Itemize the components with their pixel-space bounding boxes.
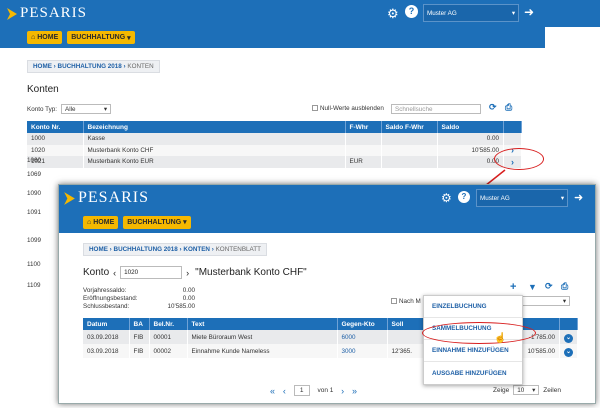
crumb-konten: KONTEN [127, 63, 154, 70]
checkbox[interactable] [391, 298, 397, 305]
print-icon[interactable]: ⎙ [505, 102, 512, 113]
chevron-right-icon[interactable]: › [186, 268, 189, 278]
home-icon: ⌂ [87, 218, 92, 226]
refresh-icon[interactable]: ⟳ [545, 281, 553, 292]
konto-input[interactable]: 1020 [120, 266, 183, 279]
col-fwhr[interactable]: F-Whr [345, 121, 382, 133]
logo-mark-icon [64, 191, 75, 205]
nav-bar: ⌂ HOME BUCHHALTUNG ▾ [59, 211, 595, 233]
prev-page-icon[interactable]: ‹ [283, 386, 286, 396]
konto-typ-select[interactable]: Alle ▾ [61, 104, 111, 114]
gear-icon[interactable]: ⚙ [441, 191, 452, 205]
company-select[interactable]: Muster AG ▾ [423, 4, 519, 22]
hand-cursor-icon: ☝ [494, 333, 507, 344]
home-button[interactable]: ⌂ HOME [83, 215, 119, 229]
kontenblatt-window: PESARIS ⚙ ? Muster AG ▾ ➜ ⌂ HOME BUCHHALT… [58, 184, 596, 404]
page-count: von 1 [317, 387, 334, 394]
null-werte-toggle[interactable]: Nach M [391, 298, 421, 305]
table-row[interactable]: 1020 Musterbank Konto CHF 10'585.00 › [27, 144, 522, 156]
chevron-down-icon: ▾ [511, 9, 515, 17]
crumb-buchhaltung[interactable]: BUCHHALTUNG 2018 [58, 63, 122, 70]
summary: Vorjahressaldo: 0.00 Eröffnungsbestand: 0.… [83, 287, 195, 310]
expand-icon[interactable]: ⌄ [559, 344, 578, 358]
brand-logo[interactable]: PESARIS [63, 189, 149, 207]
table-header: Konto Nr. Bezeichnung F-Whr Saldo F-Whr … [27, 121, 522, 133]
table-row[interactable]: 1100 [27, 261, 41, 268]
chevron-down-icon: ▾ [127, 34, 131, 42]
buchhaltung-button[interactable]: BUCHHALTUNG ▾ [67, 31, 135, 44]
null-werte-toggle[interactable]: Null-Werte ausblenden [312, 105, 384, 112]
table-row[interactable]: 1069 [27, 171, 41, 178]
refresh-icon[interactable]: ⟳ [489, 102, 497, 113]
add-icon[interactable]: + [510, 281, 516, 293]
brand-logo[interactable]: PESARIS [6, 5, 87, 22]
company-select[interactable]: Muster AG ▾ [476, 189, 568, 207]
print-icon[interactable]: ⎙ [561, 281, 568, 292]
chevron-down-icon: ▾ [183, 219, 187, 226]
konto-name: "Musterbank Konto CHF" [195, 267, 307, 278]
chevron-left-icon[interactable]: ‹ [113, 268, 116, 278]
crumb-kontenblatt: KONTENBLATT [215, 246, 261, 253]
page-title: Konten [27, 84, 59, 95]
page-input[interactable]: 1 [293, 385, 310, 396]
col-saldo[interactable]: Saldo [437, 121, 504, 133]
top-bar: PESARIS ⚙ ? Muster AG ▾ ➜ [59, 185, 595, 211]
next-page-icon[interactable]: › [341, 386, 344, 396]
table-row[interactable]: 1109 [27, 282, 41, 289]
page-size-select[interactable]: 10 ▾ [513, 385, 540, 395]
search-input[interactable]: Schnellsuche [391, 104, 481, 114]
col-saldo-fwhr[interactable]: Saldo F-Whr [381, 121, 438, 133]
crumb-konten[interactable]: KONTEN [183, 246, 210, 253]
chevron-right-icon[interactable] [503, 133, 522, 145]
company-name: Muster AG [480, 194, 510, 202]
crumb-home[interactable]: HOME [89, 246, 108, 253]
crumb-buchhaltung[interactable]: BUCHHALTUNG 2018 [114, 246, 178, 253]
chevron-down-icon: ▾ [560, 194, 564, 202]
chevron-down-icon: ▾ [532, 386, 536, 394]
company-name: Muster AG [427, 9, 457, 17]
help-icon[interactable]: ? [405, 5, 418, 18]
col-konto-nr[interactable]: Konto Nr. [27, 121, 84, 133]
nav-bar: ⌂ HOME BUCHHALTUNG ▾ [0, 27, 545, 48]
chevron-down-icon: ▾ [103, 105, 107, 113]
table-row[interactable]: 1090 [27, 190, 41, 197]
col-bezeichnung[interactable]: Bezeichnung [83, 121, 346, 133]
table-row[interactable]: 1099 [27, 237, 41, 244]
konto-heading: Konto ‹ 1020 › "Musterbank Konto CHF" [83, 266, 307, 279]
chevron-down-icon: ▾ [562, 297, 566, 305]
buchhaltung-button[interactable]: BUCHHALTUNG ▾ [123, 215, 191, 229]
pager: « ‹ 1 von 1 › » [267, 385, 360, 396]
konto-label: Konto [83, 267, 110, 278]
filter-icon[interactable]: ▼ [528, 282, 537, 292]
crumb-home[interactable]: HOME [33, 63, 52, 70]
breadcrumb: HOME › BUCHHALTUNG 2018 › KONTEN [27, 60, 160, 73]
checkbox[interactable] [312, 105, 318, 112]
first-page-icon[interactable]: « [270, 386, 275, 396]
logo-mark-icon [7, 7, 17, 20]
table-row[interactable]: 1060 [27, 157, 41, 164]
home-icon: ⌂ [31, 34, 36, 41]
top-bar: PESARIS ⚙ ? Muster AG ▾ ➜ [0, 0, 600, 27]
menu-item-einzelbuchung[interactable]: EINZELBUCHUNG [424, 296, 522, 318]
menu-item-ausgabe[interactable]: AUSGABE HINZUFÜGEN [424, 362, 522, 384]
expand-icon[interactable]: ⌄ [559, 330, 578, 344]
logout-icon[interactable]: ➜ [574, 191, 583, 204]
table-row[interactable]: 1000 Kasse 0.00 [27, 133, 522, 145]
logout-icon[interactable]: ➜ [524, 5, 534, 19]
home-button[interactable]: ⌂ HOME [27, 31, 63, 44]
highlight-circle [422, 322, 536, 344]
filter-label: Konto Typ: [27, 106, 57, 113]
table-row[interactable]: 1091 [27, 209, 41, 216]
last-page-icon[interactable]: » [352, 386, 357, 396]
breadcrumb: HOME › BUCHHALTUNG 2018 › KONTEN › KONTE… [83, 243, 267, 256]
gear-icon[interactable]: ⚙ [387, 6, 399, 22]
brand-name: PESARIS [20, 5, 88, 21]
page-size: Zeige 10 ▾ Zeilen [493, 385, 561, 395]
help-icon[interactable]: ? [458, 191, 470, 203]
brand-name: PESARIS [78, 189, 150, 206]
